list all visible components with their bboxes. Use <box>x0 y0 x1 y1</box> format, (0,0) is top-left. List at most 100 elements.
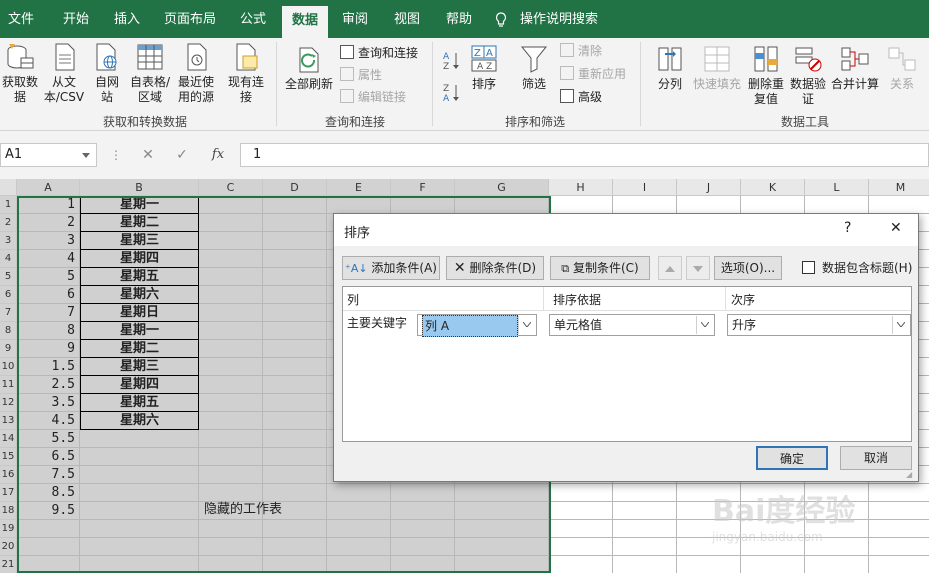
cell-a9[interactable]: 9 <box>17 340 80 358</box>
column-header-g[interactable]: G <box>455 179 549 196</box>
cell-d13[interactable] <box>263 412 327 430</box>
cell-h21[interactable] <box>549 556 613 573</box>
row-header-4[interactable]: 4 <box>0 250 17 268</box>
row-header-16[interactable]: 16 <box>0 466 17 484</box>
cell-k1[interactable] <box>741 196 805 214</box>
column-header-e[interactable]: E <box>327 179 391 196</box>
lightbulb-icon[interactable] <box>494 0 508 38</box>
queries-connections-button[interactable]: 查询和连接 <box>340 44 418 62</box>
sort-on-select[interactable]: 单元格值 <box>549 314 715 336</box>
cell-g17[interactable] <box>455 484 549 502</box>
column-header-h[interactable]: H <box>549 179 613 196</box>
row-header-13[interactable]: 13 <box>0 412 17 430</box>
cell-b7[interactable]: 星期日 <box>80 304 199 322</box>
cell-i19[interactable] <box>613 520 677 538</box>
has-headers-checkbox[interactable] <box>802 261 815 274</box>
cell-b15[interactable] <box>80 448 199 466</box>
cell-b8[interactable]: 星期一 <box>80 322 199 340</box>
cell-m1[interactable] <box>869 196 929 214</box>
column-header-l[interactable]: L <box>805 179 869 196</box>
order-select[interactable]: 升序 <box>727 314 911 336</box>
cell-k20[interactable] <box>741 538 805 556</box>
row-header-18[interactable]: 18 <box>0 502 17 520</box>
cell-f20[interactable] <box>391 538 455 556</box>
cell-h1[interactable] <box>549 196 613 214</box>
cell-c2[interactable] <box>199 214 263 232</box>
column-header-a[interactable]: A <box>17 179 80 196</box>
cell-h19[interactable] <box>549 520 613 538</box>
reapply-button[interactable]: 重新应用 <box>560 65 626 83</box>
cell-a8[interactable]: 8 <box>17 322 80 340</box>
row-header-1[interactable]: 1 <box>0 196 17 214</box>
sort-za-button[interactable]: ZA <box>442 82 460 104</box>
row-header-11[interactable]: 11 <box>0 376 17 394</box>
get-data-button[interactable]: 获取数据 <box>0 42 40 105</box>
flash-fill-button[interactable]: 快速填充 <box>690 44 744 92</box>
column-header-b[interactable]: B <box>80 179 199 196</box>
cell-k17[interactable] <box>741 484 805 502</box>
cell-e18[interactable] <box>327 502 391 520</box>
cell-d6[interactable] <box>263 286 327 304</box>
cell-l21[interactable] <box>805 556 869 573</box>
cell-m21[interactable] <box>869 556 929 573</box>
tell-me-search[interactable]: 操作说明搜索 <box>520 0 600 38</box>
cell-b3[interactable]: 星期三 <box>80 232 199 250</box>
column-header-k[interactable]: K <box>741 179 805 196</box>
row-header-12[interactable]: 12 <box>0 394 17 412</box>
row-header-17[interactable]: 17 <box>0 484 17 502</box>
cell-d14[interactable] <box>263 430 327 448</box>
cell-d19[interactable] <box>263 520 327 538</box>
cell-c1[interactable] <box>199 196 263 214</box>
cell-g1[interactable] <box>455 196 549 214</box>
tab-page-layout[interactable]: 页面布局 <box>158 0 222 38</box>
tab-review[interactable]: 审阅 <box>334 0 376 38</box>
tab-home[interactable]: 开始 <box>52 0 100 38</box>
cell-e1[interactable] <box>327 196 391 214</box>
cell-c14[interactable] <box>199 430 263 448</box>
cancel-icon[interactable]: ✕ <box>138 143 158 167</box>
cell-f17[interactable] <box>391 484 455 502</box>
name-box[interactable]: A1 <box>0 143 97 167</box>
cell-c12[interactable] <box>199 394 263 412</box>
row-header-8[interactable]: 8 <box>0 322 17 340</box>
row-header-3[interactable]: 3 <box>0 232 17 250</box>
tab-formulas[interactable]: 公式 <box>232 0 274 38</box>
cell-b9[interactable]: 星期二 <box>80 340 199 358</box>
cell-b11[interactable]: 星期四 <box>80 376 199 394</box>
cell-d20[interactable] <box>263 538 327 556</box>
cell-g21[interactable] <box>455 556 549 573</box>
cell-a16[interactable]: 7.5 <box>17 466 80 484</box>
options-button[interactable]: 选项(O)... <box>714 256 782 280</box>
cell-a19[interactable] <box>17 520 80 538</box>
tab-view[interactable]: 视图 <box>386 0 428 38</box>
column-header-m[interactable]: M <box>869 179 929 196</box>
cell-a18[interactable]: 9.5 <box>17 502 80 520</box>
row-header-14[interactable]: 14 <box>0 430 17 448</box>
cell-f1[interactable] <box>391 196 455 214</box>
advanced-filter-button[interactable]: 高级 <box>560 88 602 106</box>
properties-button[interactable]: 属性 <box>340 66 382 84</box>
insert-function-icon[interactable]: fx <box>206 143 230 167</box>
cell-d12[interactable] <box>263 394 327 412</box>
cell-b12[interactable]: 星期五 <box>80 394 199 412</box>
cell-c9[interactable] <box>199 340 263 358</box>
tab-help[interactable]: 帮助 <box>438 0 480 38</box>
delete-level-button[interactable]: ✕ 删除条件(D) <box>446 256 544 280</box>
close-button[interactable]: ✕ <box>890 220 902 236</box>
cell-j20[interactable] <box>677 538 741 556</box>
cell-l19[interactable] <box>805 520 869 538</box>
cell-j17[interactable] <box>677 484 741 502</box>
cell-k18[interactable] <box>741 502 805 520</box>
sort-button[interactable]: ZA A Z 排序 <box>466 44 502 92</box>
cell-b1[interactable]: 星期一 <box>80 196 199 214</box>
row-header-2[interactable]: 2 <box>0 214 17 232</box>
cell-c3[interactable] <box>199 232 263 250</box>
cell-a1[interactable]: 1 <box>17 196 80 214</box>
cell-g20[interactable] <box>455 538 549 556</box>
cell-a11[interactable]: 2.5 <box>17 376 80 394</box>
cell-e20[interactable] <box>327 538 391 556</box>
add-level-button[interactable]: ⁺A↓ 添加条件(A) <box>342 256 440 280</box>
cell-e17[interactable] <box>327 484 391 502</box>
cell-m20[interactable] <box>869 538 929 556</box>
cell-d5[interactable] <box>263 268 327 286</box>
